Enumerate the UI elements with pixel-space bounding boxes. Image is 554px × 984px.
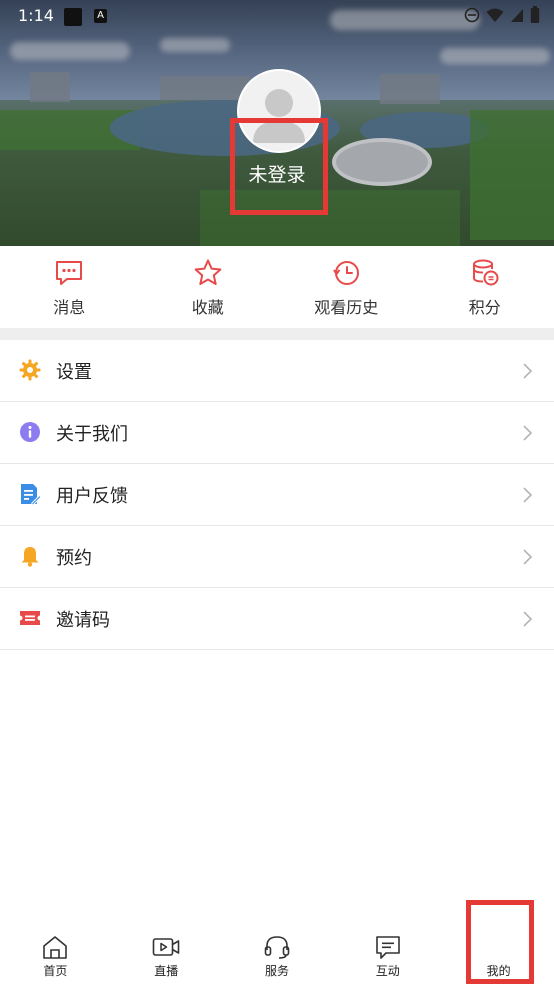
status-time: 1:14 bbox=[18, 6, 54, 25]
do-not-disturb-icon bbox=[464, 7, 480, 27]
signal-icon bbox=[510, 7, 524, 27]
settings-menu-list: 设置 关于我们 用户反馈 预约 邀请码 bbox=[0, 340, 554, 650]
quick-action-favorites[interactable]: 收藏 bbox=[139, 246, 278, 328]
nav-label: 服务 bbox=[264, 964, 289, 978]
status-bar: 1:14 A bbox=[0, 0, 554, 34]
message-icon bbox=[56, 261, 83, 285]
highlight-box-mine bbox=[466, 900, 534, 984]
menu-item-feedback[interactable]: 用户反馈 bbox=[0, 464, 554, 526]
quick-action-history[interactable]: 观看历史 bbox=[277, 246, 416, 328]
wifi-icon bbox=[486, 7, 504, 27]
battery-icon bbox=[530, 6, 540, 28]
quick-action-label: 消息 bbox=[53, 298, 86, 317]
menu-item-label: 设置 bbox=[56, 362, 92, 383]
history-icon bbox=[333, 261, 360, 285]
menu-item-settings[interactable]: 设置 bbox=[0, 340, 554, 402]
chevron-right-icon bbox=[523, 487, 533, 503]
home-icon bbox=[43, 936, 68, 959]
chat-icon bbox=[375, 936, 400, 959]
menu-item-label: 邀请码 bbox=[56, 610, 110, 631]
nav-service[interactable]: 服务 bbox=[222, 920, 333, 984]
nav-label: 首页 bbox=[43, 964, 68, 978]
quick-action-label: 观看历史 bbox=[314, 298, 379, 317]
nav-label: 互动 bbox=[375, 964, 400, 978]
menu-item-label: 关于我们 bbox=[56, 424, 128, 445]
feedback-icon bbox=[21, 484, 41, 505]
accessibility-icon: A bbox=[94, 9, 107, 23]
quick-action-messages[interactable]: 消息 bbox=[0, 246, 139, 328]
star-icon bbox=[194, 259, 222, 285]
menu-item-about-us[interactable]: 关于我们 bbox=[0, 402, 554, 464]
points-icon bbox=[472, 259, 499, 286]
chevron-right-icon bbox=[523, 425, 533, 441]
status-icons bbox=[464, 6, 540, 28]
menu-item-invite-code[interactable]: 邀请码 bbox=[0, 588, 554, 650]
nav-interact[interactable]: 互动 bbox=[332, 920, 443, 984]
headset-icon bbox=[264, 936, 290, 959]
menu-item-label: 预约 bbox=[56, 548, 92, 569]
nav-home[interactable]: 首页 bbox=[0, 920, 111, 984]
bell-icon bbox=[21, 547, 39, 567]
quick-action-points[interactable]: 积分 bbox=[416, 246, 554, 328]
highlight-box-login bbox=[230, 118, 328, 215]
chevron-right-icon bbox=[523, 363, 533, 379]
section-divider bbox=[0, 328, 554, 340]
quick-action-label: 积分 bbox=[468, 298, 501, 317]
info-icon bbox=[20, 422, 40, 442]
menu-item-reservation[interactable]: 预约 bbox=[0, 526, 554, 588]
invite-code-icon bbox=[20, 611, 40, 625]
live-video-icon bbox=[152, 938, 180, 956]
nav-label: 直播 bbox=[154, 964, 179, 978]
notification-icon bbox=[64, 8, 82, 26]
nav-live[interactable]: 直播 bbox=[111, 920, 222, 984]
quick-actions-bar: 消息 收藏 观看历史 积分 bbox=[0, 246, 554, 328]
chevron-right-icon bbox=[523, 611, 533, 627]
quick-action-label: 收藏 bbox=[191, 298, 224, 317]
menu-item-label: 用户反馈 bbox=[56, 486, 128, 507]
chevron-right-icon bbox=[523, 549, 533, 565]
settings-gear-icon bbox=[19, 359, 41, 381]
